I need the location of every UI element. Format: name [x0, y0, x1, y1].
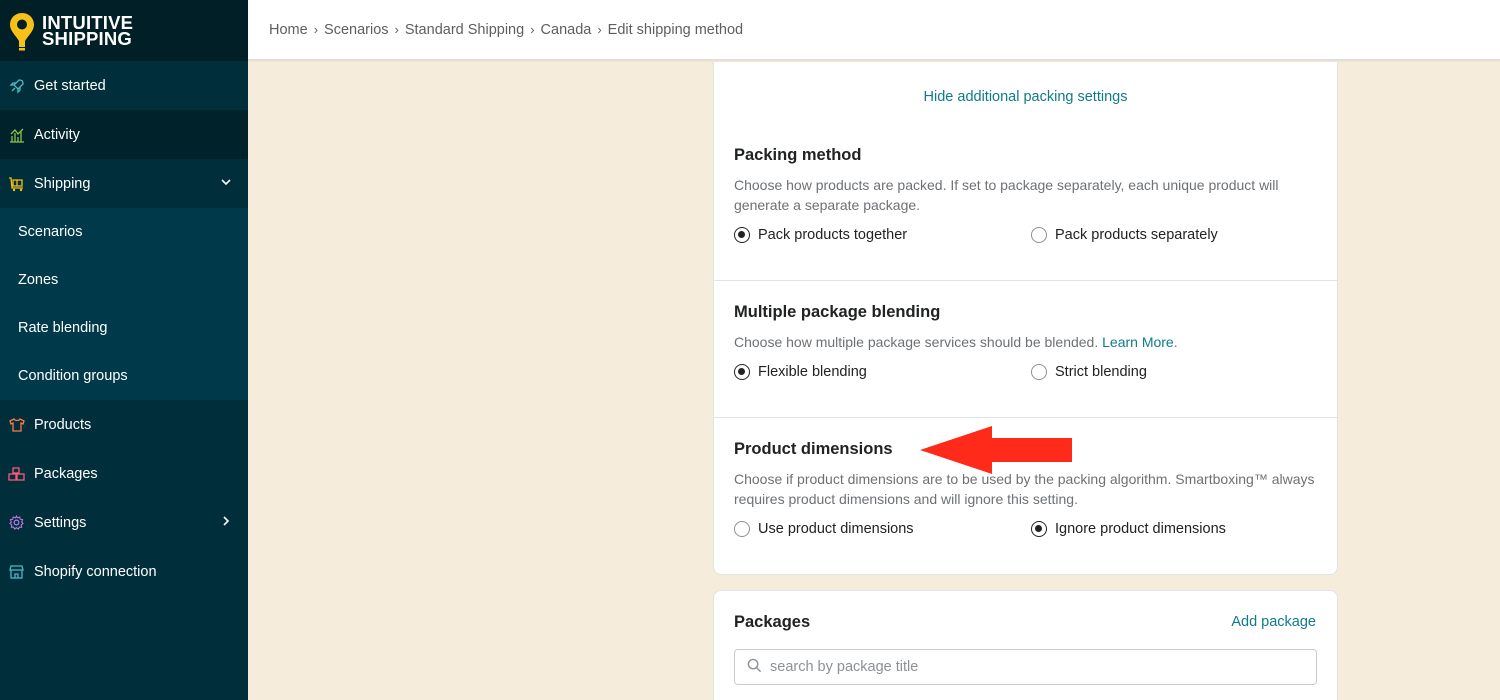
chevron-right-icon: › [394, 22, 399, 37]
red-arrow-annotation [920, 424, 1074, 479]
shirt-icon [8, 416, 25, 433]
sidebar-item-label: Get started [34, 77, 106, 94]
breadcrumb: Home › Scenarios › Standard Shipping › C… [248, 0, 1500, 60]
chevron-down-icon [220, 176, 232, 192]
hide-packing-settings-link[interactable]: Hide additional packing settings [714, 89, 1337, 105]
gear-icon [8, 514, 25, 531]
sidebar-item-label: Packages [34, 465, 98, 482]
store-icon [8, 563, 25, 580]
radio-pack-together[interactable]: Pack products together [734, 227, 907, 243]
sidebar-item-get-started[interactable]: Get started [0, 61, 248, 110]
breadcrumb-scenarios[interactable]: Scenarios [324, 22, 388, 38]
radio-label: Pack products separately [1055, 227, 1218, 243]
sidebar-item-label: Products [34, 416, 92, 433]
sidebar: INTUITIVE SHIPPING Get started Activity … [0, 0, 248, 700]
radio-flexible-blending[interactable]: Flexible blending [734, 364, 867, 380]
radio-label: Ignore product dimensions [1055, 521, 1226, 537]
radio-circle-selected[interactable] [1031, 521, 1047, 537]
sidebar-item-packages[interactable]: Packages [0, 449, 248, 498]
location-pin-icon [8, 11, 36, 51]
blending-desc-text: Choose how multiple package services sho… [734, 334, 1099, 350]
packages-card: Packages Add package [713, 590, 1338, 700]
breadcrumb-current: Edit shipping method [607, 21, 744, 38]
chevron-right-icon: › [530, 22, 535, 37]
truck-icon [8, 175, 25, 192]
radio-pack-separately[interactable]: Pack products separately [1031, 227, 1218, 243]
breadcrumb-standard-shipping[interactable]: Standard Shipping [405, 22, 524, 38]
sidebar-item-label: Activity [34, 126, 80, 143]
brand-line2: SHIPPING [42, 27, 133, 49]
search-icon [747, 658, 762, 676]
sidebar-item-activity[interactable]: Activity [0, 110, 248, 159]
package-search-input[interactable] [770, 659, 1290, 675]
sidebar-item-shopify-connection[interactable]: Shopify connection [0, 547, 248, 596]
radio-circle[interactable] [1031, 227, 1047, 243]
radio-circle-selected[interactable] [734, 364, 750, 380]
sidebar-item-label: Shopify connection [34, 563, 157, 580]
radio-label: Flexible blending [758, 364, 867, 380]
shipping-subnav: Scenarios Zones Rate blending Condition … [0, 208, 248, 400]
packing-method-description: Choose how products are packed. If set t… [734, 177, 1279, 213]
sidebar-item-rate-blending[interactable]: Rate blending [0, 304, 248, 352]
blending-title: Multiple package blending [734, 303, 941, 321]
package-search-field[interactable] [734, 649, 1317, 685]
radio-label: Strict blending [1055, 364, 1147, 380]
learn-more-link[interactable]: Learn More [1102, 334, 1174, 350]
rocket-icon [8, 77, 25, 94]
chevron-right-icon: › [313, 22, 319, 37]
breadcrumb-canada[interactable]: Canada [541, 22, 592, 38]
chart-icon [8, 126, 25, 143]
radio-label: Pack products together [758, 227, 908, 243]
radio-circle[interactable] [1031, 364, 1047, 380]
sidebar-item-label: Shipping [34, 175, 91, 192]
radio-use-dimensions[interactable]: Use product dimensions [734, 521, 914, 537]
packing-settings-card: Hide additional packing settings Packing… [713, 62, 1338, 575]
sidebar-item-zones[interactable]: Zones [0, 256, 248, 304]
sidebar-item-products[interactable]: Products [0, 400, 248, 449]
chevron-right-icon [220, 515, 232, 531]
add-package-link[interactable]: Add package [1231, 614, 1316, 630]
radio-label: Use product dimensions [758, 521, 914, 537]
radio-circle-selected[interactable] [734, 227, 750, 243]
breadcrumb-home[interactable]: Home [269, 22, 308, 38]
radio-ignore-dimensions[interactable]: Ignore product dimensions [1031, 521, 1226, 537]
sidebar-item-condition-groups[interactable]: Condition groups [0, 352, 248, 400]
packing-method-section: Packing method Choose how products are p… [714, 146, 1337, 247]
sidebar-item-scenarios[interactable]: Scenarios [0, 208, 248, 256]
brand-logo[interactable]: INTUITIVE SHIPPING [0, 0, 248, 61]
blending-section: Multiple package blending Choose how mul… [714, 280, 1337, 384]
chevron-right-icon: › [597, 22, 602, 37]
radio-strict-blending[interactable]: Strict blending [1031, 364, 1147, 380]
sidebar-item-settings[interactable]: Settings [0, 498, 248, 547]
boxes-icon [8, 465, 25, 482]
sidebar-item-label: Settings [34, 514, 87, 531]
blending-description: Choose how multiple package services sho… [734, 332, 1317, 352]
radio-circle[interactable] [734, 521, 750, 537]
packages-title: Packages [734, 613, 811, 631]
packing-method-title: Packing method [734, 146, 862, 164]
brand-name: INTUITIVE SHIPPING [42, 13, 133, 49]
sidebar-item-shipping[interactable]: Shipping [0, 159, 248, 208]
blending-desc-end: . [1173, 334, 1178, 350]
